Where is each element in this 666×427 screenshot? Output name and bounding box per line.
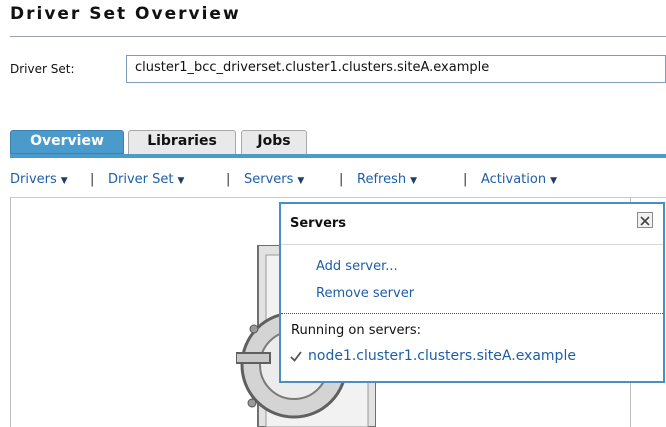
remove-server-link[interactable]: Remove server: [316, 286, 414, 301]
menu-separator: |: [90, 172, 95, 187]
menu-driver-set-label: Driver Set: [108, 172, 174, 187]
servers-popup: Servers Add server... Remove server Runn…: [279, 202, 665, 383]
tab-jobs[interactable]: Jobs: [241, 130, 307, 154]
menu-separator: |: [339, 172, 344, 187]
tab-overview[interactable]: Overview: [10, 130, 124, 154]
page-title: Driver Set Overview: [10, 4, 241, 24]
menu-servers-label: Servers: [244, 172, 294, 187]
add-server-link[interactable]: Add server...: [316, 259, 398, 274]
driver-set-label: Driver Set:: [10, 62, 75, 76]
menu-drivers[interactable]: Drivers ▼: [10, 172, 68, 187]
popup-divider: [281, 313, 663, 314]
chevron-down-icon: ▼: [297, 176, 305, 186]
menu-separator: |: [226, 172, 231, 187]
menu-activation[interactable]: Activation ▼: [481, 172, 557, 187]
close-icon[interactable]: [637, 212, 653, 228]
tab-libraries[interactable]: Libraries: [128, 130, 236, 154]
menu-drivers-label: Drivers: [10, 172, 57, 187]
menu-refresh-label: Refresh: [357, 172, 407, 187]
servers-popup-header: Servers: [281, 204, 663, 245]
driver-set-field[interactable]: cluster1_bcc_driverset.cluster1.clusters…: [126, 55, 666, 83]
chevron-down-icon: ▼: [550, 176, 558, 186]
title-divider: [10, 36, 666, 37]
chevron-down-icon: ▼: [60, 176, 68, 186]
menu-activation-label: Activation: [481, 172, 547, 187]
chevron-down-icon: ▼: [410, 176, 418, 186]
tab-underline: [10, 154, 666, 158]
servers-popup-title: Servers: [290, 216, 347, 231]
menu-servers[interactable]: Servers ▼: [244, 172, 304, 187]
menu-driver-set[interactable]: Driver Set ▼: [108, 172, 184, 187]
chevron-down-icon: ▼: [177, 176, 185, 186]
menu-separator: |: [463, 172, 468, 187]
check-icon: [290, 351, 302, 362]
menu-refresh[interactable]: Refresh ▼: [357, 172, 417, 187]
server-node-link[interactable]: node1.cluster1.clusters.siteA.example: [308, 348, 576, 364]
running-on-servers-label: Running on servers:: [291, 323, 422, 338]
